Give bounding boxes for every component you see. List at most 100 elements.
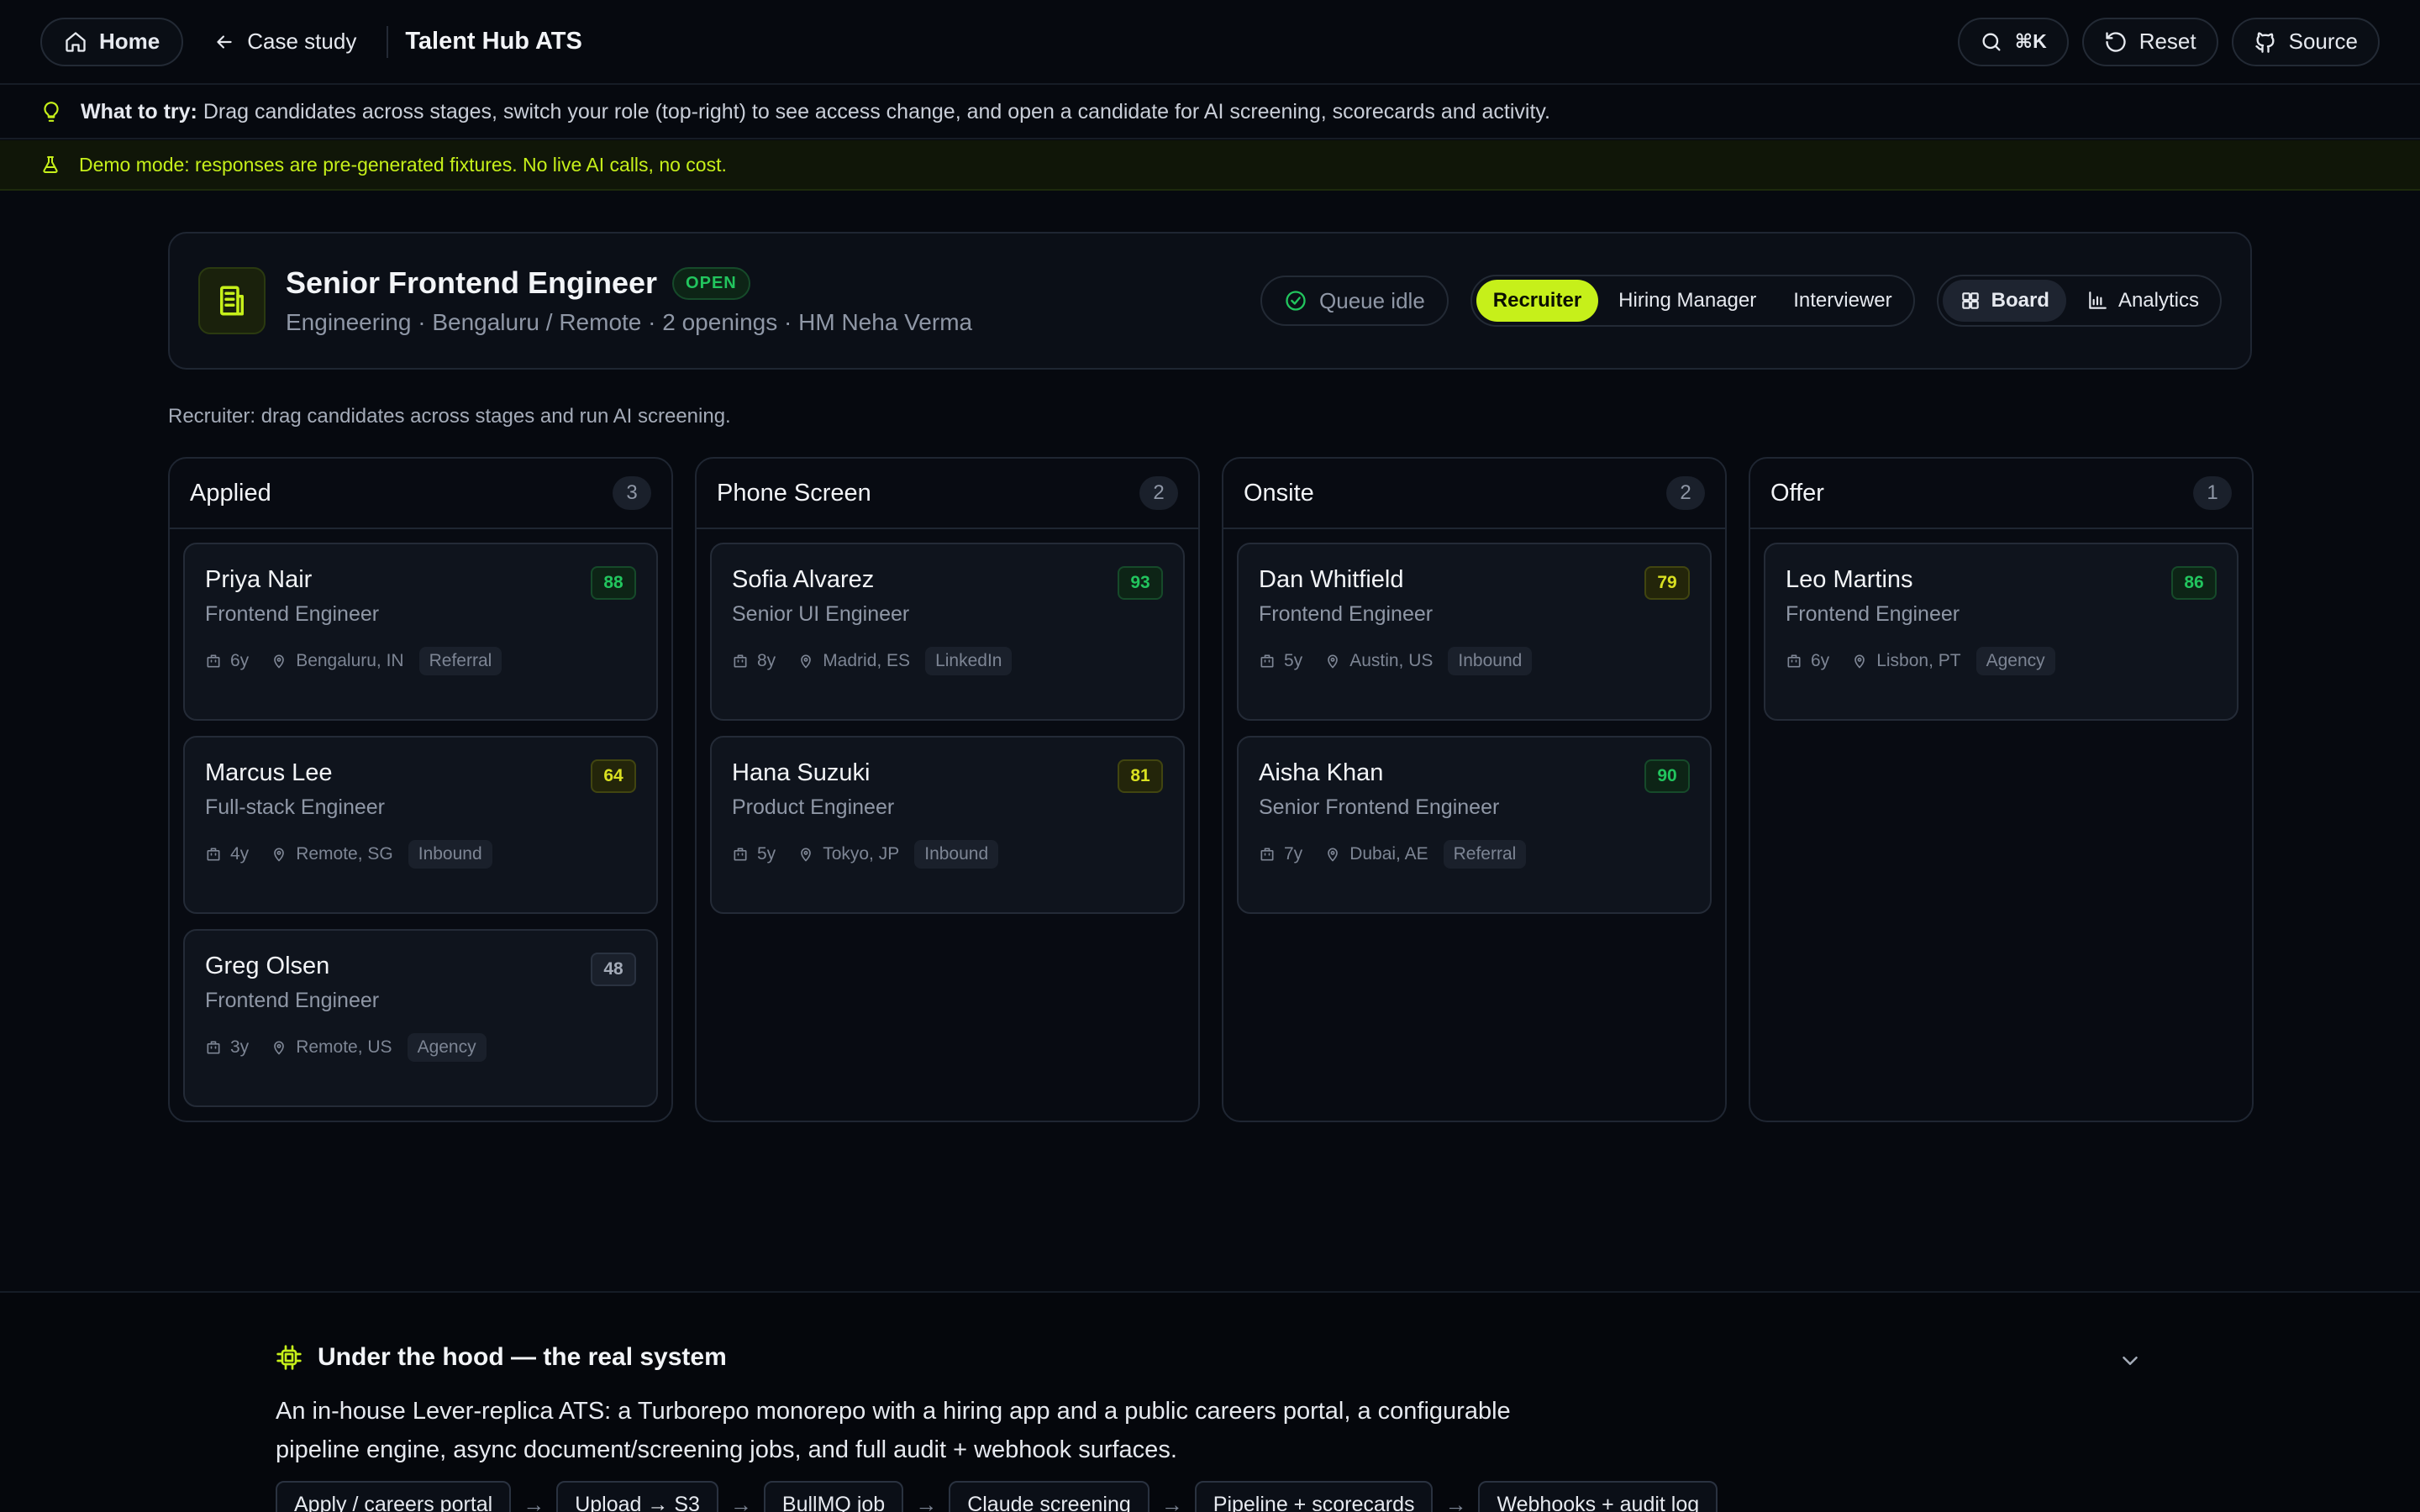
- arrow-right-icon: →: [523, 1491, 545, 1512]
- view-board-label: Board: [1991, 289, 2049, 312]
- briefcase-icon: [205, 846, 222, 863]
- arrow-right-icon: →: [729, 1491, 752, 1512]
- flow-step: Upload → S3: [556, 1481, 718, 1512]
- candidate-source-tag: LinkedIn: [925, 647, 1013, 675]
- grid-icon: [1960, 290, 1981, 312]
- stage-column-offer[interactable]: Offer 1 Leo Martins Frontend Engineer 6y Lisb…: [1749, 457, 2254, 1122]
- under-the-hood-panel: Under the hood — the real system An in-h…: [0, 1291, 2420, 1512]
- flow-step: Claude screening: [949, 1481, 1150, 1512]
- job-header: Senior Frontend Engineer OPEN Engineerin…: [168, 232, 2252, 370]
- flow-step: Webhooks + audit log: [1478, 1481, 1718, 1512]
- arrow-right-icon: →: [1160, 1491, 1183, 1512]
- candidate-experience: 6y: [1811, 651, 1830, 670]
- stage-title: Onsite: [1244, 479, 1314, 507]
- candidate-experience: 5y: [1284, 651, 1303, 670]
- candidate-card[interactable]: Priya Nair Frontend Engineer 6y Bengaluru, …: [183, 543, 658, 721]
- candidate-role: Senior UI Engineer: [732, 602, 910, 626]
- candidate-role: Senior Frontend Engineer: [1259, 795, 1500, 819]
- search-shortcut: ⌘K: [2014, 30, 2047, 52]
- under-the-hood-header[interactable]: Under the hood — the real system: [276, 1343, 727, 1372]
- queue-status: Queue idle: [1260, 276, 1449, 326]
- stage-header: Offer 1: [1750, 459, 2252, 529]
- candidate-source-tag: Agency: [407, 1033, 487, 1062]
- stage-column-applied[interactable]: Applied 3 Priya Nair Frontend Engineer 6y Ben…: [168, 457, 673, 1122]
- stage-cards: Dan Whitfield Frontend Engineer 5y Austin, …: [1223, 529, 1725, 927]
- hint-bar: What to try: Drag candidates across stag…: [0, 86, 2420, 139]
- flow-step: Pipeline + scorecards: [1194, 1481, 1434, 1512]
- candidate-experience: 5y: [757, 844, 776, 864]
- candidate-card[interactable]: Greg Olsen Frontend Engineer 3y Remote, US A…: [183, 929, 658, 1107]
- stage-count: 1: [2193, 476, 2232, 510]
- location-pin-icon: [271, 846, 287, 863]
- role-switcher: Recruiter Hiring Manager Interviewer: [1470, 275, 1915, 327]
- briefcase-icon: [205, 653, 222, 669]
- view-analytics[interactable]: Analytics: [2070, 280, 2216, 322]
- role-interviewer[interactable]: Interviewer: [1776, 280, 1908, 322]
- ai-score-badge: 90: [1644, 759, 1690, 793]
- view-switcher: Board Analytics: [1936, 275, 2222, 327]
- candidate-card[interactable]: Marcus Lee Full-stack Engineer 4y Remote, S…: [183, 736, 658, 914]
- ai-score-badge: 81: [1118, 759, 1163, 793]
- candidate-card[interactable]: Hana Suzuki Product Engineer 5y Tokyo, JP In…: [710, 736, 1185, 914]
- candidate-name: Dan Whitfield: [1259, 566, 1404, 593]
- candidate-meta: 5y Tokyo, JP Inbound: [732, 840, 1163, 869]
- location-pin-icon: [271, 1039, 287, 1056]
- ai-score-badge: 88: [591, 566, 636, 600]
- arrow-right-icon: →: [915, 1491, 938, 1512]
- chevron-down-icon[interactable]: [2118, 1348, 2143, 1373]
- candidate-meta: 4y Remote, SG Inbound: [205, 840, 636, 869]
- candidate-card[interactable]: Leo Martins Frontend Engineer 6y Lisbon, PT…: [1764, 543, 2238, 721]
- briefcase-icon: [1786, 653, 1802, 669]
- search-button[interactable]: ⌘K: [1957, 17, 2069, 66]
- candidate-card[interactable]: Aisha Khan Senior Frontend Engineer 7y Duba…: [1237, 736, 1712, 914]
- candidate-experience: 8y: [757, 651, 776, 670]
- search-icon: [1980, 30, 2003, 54]
- ai-score-badge: 86: [2171, 566, 2217, 600]
- home-button[interactable]: Home: [40, 17, 184, 66]
- stage-column-phone-screen[interactable]: Phone Screen 2 Sofia Alvarez Senior UI Engi…: [695, 457, 1200, 1122]
- under-the-hood-title: Under the hood — the real system: [318, 1343, 727, 1371]
- building-icon: [198, 267, 266, 334]
- candidate-meta: 8y Madrid, ES LinkedIn: [732, 647, 1163, 675]
- case-study-link[interactable]: Case study: [183, 18, 387, 66]
- candidate-source-tag: Inbound: [914, 840, 999, 869]
- briefcase-icon: [1259, 653, 1276, 669]
- arrow-right-icon: →: [1444, 1491, 1467, 1512]
- ai-score-badge: 48: [591, 953, 636, 986]
- divider: [387, 25, 389, 58]
- location-pin-icon: [271, 653, 287, 669]
- candidate-card[interactable]: Dan Whitfield Frontend Engineer 5y Austin, …: [1237, 543, 1712, 721]
- candidate-name: Sofia Alvarez: [732, 566, 875, 593]
- candidate-name: Aisha Khan: [1259, 759, 1384, 786]
- role-hiring-manager[interactable]: Hiring Manager: [1602, 280, 1773, 322]
- candidate-source-tag: Referral: [418, 647, 502, 675]
- cpu-icon: [276, 1344, 302, 1371]
- top-bar: Home Case study Talent Hub ATS ⌘K Reset …: [0, 0, 2420, 85]
- view-board[interactable]: Board: [1942, 280, 2066, 322]
- case-study-label: Case study: [247, 29, 357, 54]
- candidate-meta: 7y Dubai, AE Referral: [1259, 840, 1690, 869]
- role-recruiter[interactable]: Recruiter: [1476, 280, 1599, 322]
- source-button[interactable]: Source: [2231, 17, 2380, 66]
- ai-score-badge: 93: [1118, 566, 1163, 600]
- reset-button[interactable]: Reset: [2081, 17, 2218, 66]
- status-badge: OPEN: [672, 266, 750, 300]
- arrow-left-icon: [213, 31, 235, 53]
- candidate-location: Bengaluru, IN: [296, 651, 404, 670]
- candidate-location: Madrid, ES: [823, 651, 911, 670]
- role-note: Recruiter: drag candidates across stages…: [168, 405, 731, 428]
- location-pin-icon: [1324, 846, 1341, 863]
- queue-status-label: Queue idle: [1319, 287, 1425, 313]
- candidate-location: Tokyo, JP: [823, 844, 900, 864]
- ai-score-badge: 64: [591, 759, 636, 793]
- stage-column-onsite[interactable]: Onsite 2 Dan Whitfield Frontend Engineer 5y A…: [1222, 457, 1727, 1122]
- candidate-card[interactable]: Sofia Alvarez Senior UI Engineer 8y Madrid,…: [710, 543, 1185, 721]
- stage-cards: Leo Martins Frontend Engineer 6y Lisbon, PT…: [1750, 529, 2252, 734]
- candidate-name: Greg Olsen: [205, 953, 330, 979]
- under-the-hood-description: An in-house Lever-replica ATS: a Turbore…: [276, 1398, 1511, 1463]
- candidate-location: Remote, US: [296, 1037, 392, 1057]
- candidate-name: Leo Martins: [1786, 566, 1913, 593]
- job-title: Senior Frontend Engineer: [286, 265, 658, 300]
- bar-chart-icon: [2086, 290, 2108, 312]
- hint-body: Drag candidates across stages, switch yo…: [197, 99, 1550, 123]
